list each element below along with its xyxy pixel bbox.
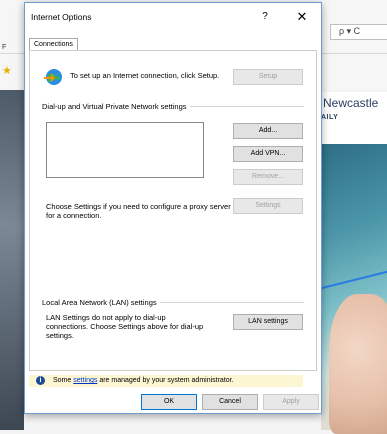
close-button[interactable]: ✕ — [293, 8, 311, 26]
remove-button[interactable]: Remove... — [233, 169, 303, 185]
setup-instructions: To set up an Internet connection, click … — [70, 71, 220, 80]
lan-group-label: Local Area Network (LAN) settings — [42, 298, 160, 307]
cancel-button[interactable]: Cancel — [202, 394, 258, 410]
add-vpn-button[interactable]: Add VPN... — [233, 146, 303, 162]
apply-button[interactable]: Apply — [263, 394, 319, 410]
ok-button[interactable]: OK — [141, 394, 197, 410]
browser-menu-letter: F — [2, 44, 7, 51]
info-suffix: are managed by your system administrator… — [99, 377, 234, 384]
favorites-star-icon[interactable]: ★ — [2, 64, 12, 77]
browser-search-box[interactable]: ρ ▾ C — [330, 24, 387, 40]
add-button[interactable]: Add... — [233, 123, 303, 139]
news-subtitle: AILY — [321, 114, 339, 121]
setup-button[interactable]: Setup — [233, 69, 303, 85]
connections-panel: To set up an Internet connection, click … — [29, 50, 317, 371]
info-icon: i — [36, 376, 45, 385]
tab-connections[interactable]: Connections — [29, 38, 78, 50]
globe-network-icon — [44, 69, 62, 85]
lan-settings-button[interactable]: LAN settings — [233, 314, 303, 330]
settings-button[interactable]: Settings — [233, 198, 303, 214]
proxy-instructions: Choose Settings if you need to configure… — [46, 202, 231, 220]
news-photo[interactable] — [321, 144, 387, 434]
vpn-connection-list[interactable] — [46, 122, 204, 178]
news-page: Newcastle AILY — [321, 92, 387, 434]
vpn-group-label: Dial-up and Virtual Private Network sett… — [42, 102, 190, 111]
dialog-titlebar[interactable]: Internet Options ? ✕ — [25, 3, 321, 29]
help-button[interactable]: ? — [257, 9, 273, 25]
settings-link[interactable]: settings — [73, 377, 97, 384]
admin-info-bar: i Some settings are managed by your syst… — [29, 375, 303, 387]
info-prefix: Some — [53, 377, 72, 384]
background-image-strip — [0, 90, 24, 430]
lan-instructions: LAN Settings do not apply to dial-up con… — [46, 313, 204, 340]
dialog-title: Internet Options — [31, 12, 92, 22]
photo-subject — [329, 294, 387, 434]
internet-options-dialog: Internet Options ? ✕ Connections To set … — [24, 2, 322, 414]
info-message: Some settings are managed by your system… — [53, 377, 234, 384]
news-title[interactable]: Newcastle — [323, 96, 378, 110]
